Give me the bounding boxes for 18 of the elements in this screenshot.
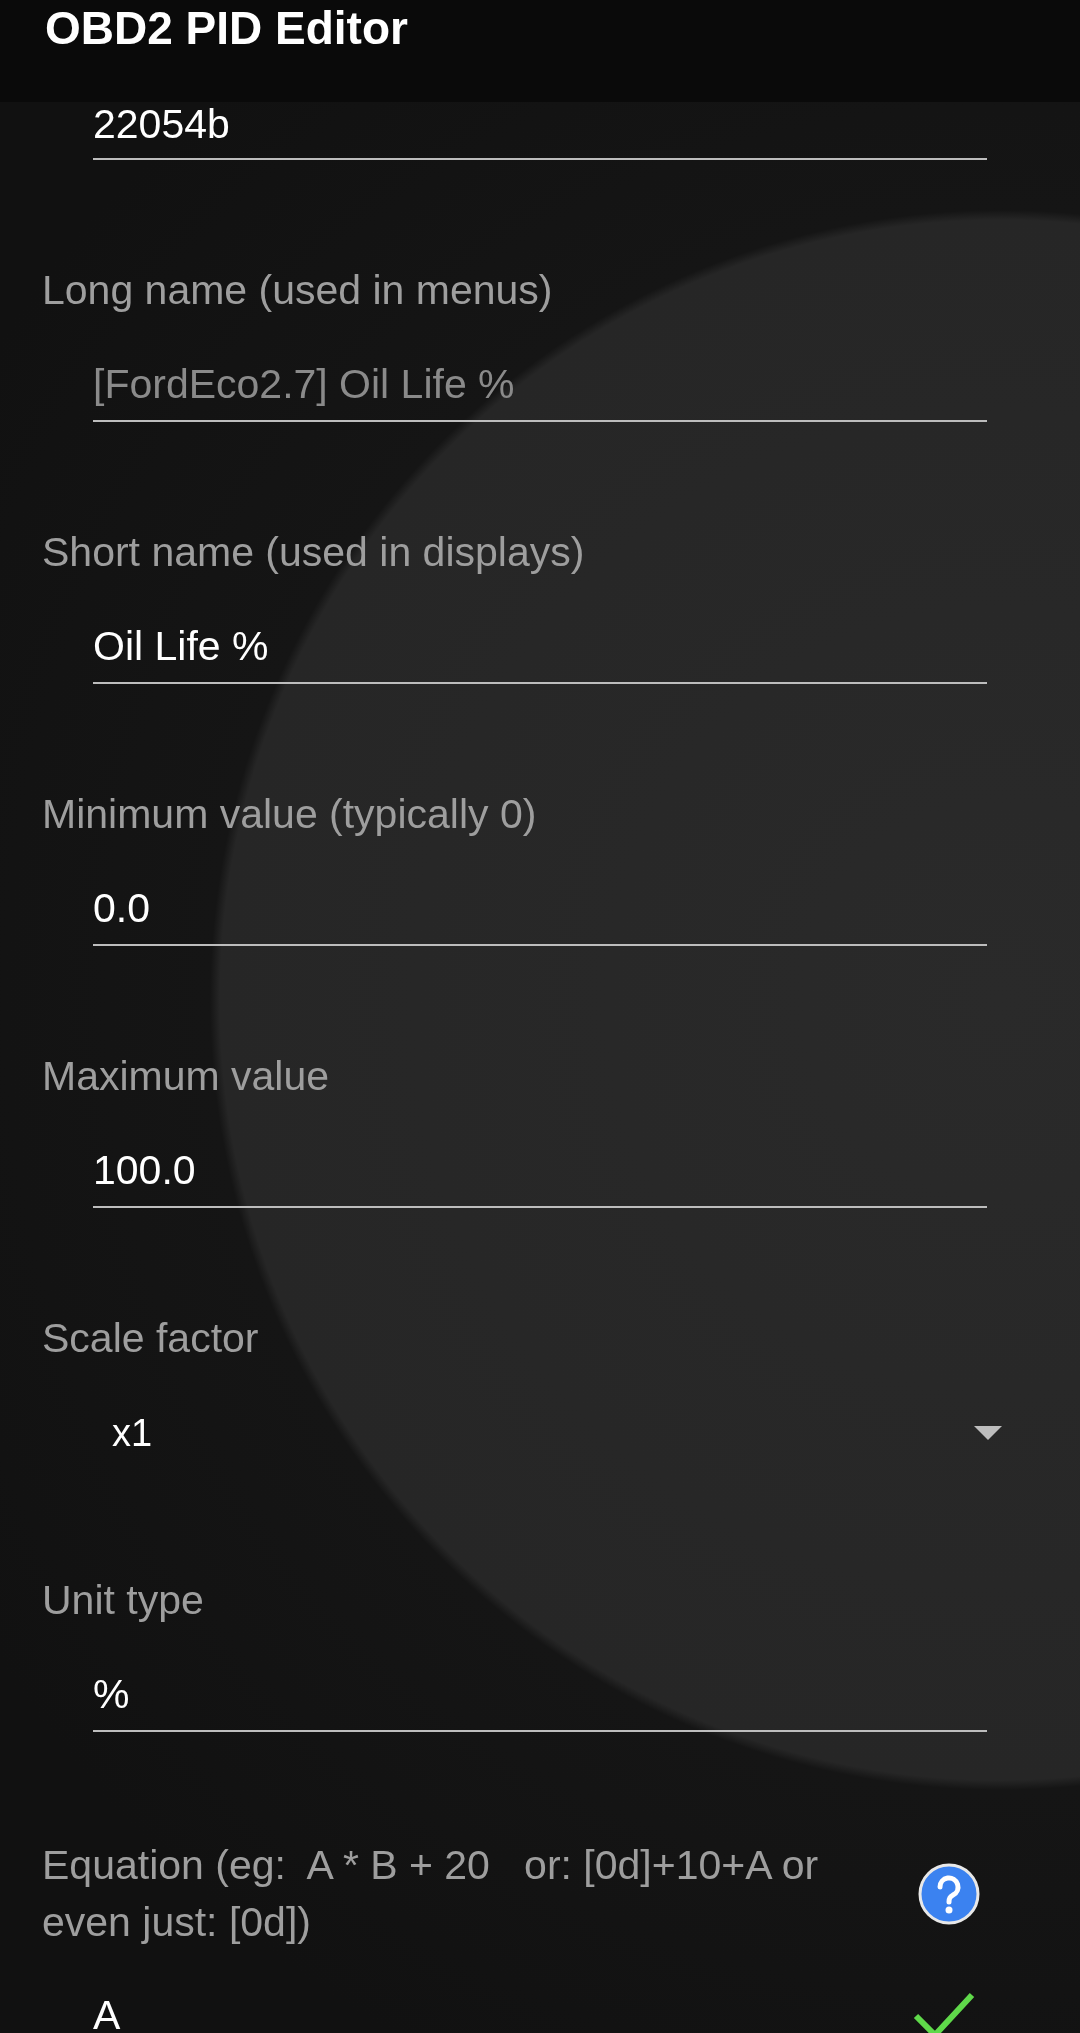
input-field[interactable]: 22054b	[93, 102, 987, 160]
field-label: Maximum value	[42, 1052, 331, 1101]
dropdown[interactable]: x1	[112, 1406, 1002, 1470]
caret-icon	[974, 1426, 1002, 1440]
field-label: Short name (used in displays)	[42, 528, 586, 577]
help-icon[interactable]	[918, 1863, 980, 1925]
input-field[interactable]: 0.0	[93, 882, 987, 946]
app-title: OBD2 PID Editor	[45, 1, 408, 56]
equation-value[interactable]: A	[93, 1989, 121, 2033]
field-label: Equation (eg: A * B + 20 or: [0d]+10+A or even just: [0d])	[42, 1841, 820, 1947]
field-label: Long name (used in menus)	[42, 266, 554, 315]
input-field[interactable]: Oil Life %	[93, 620, 987, 684]
field-label: Scale factor	[42, 1314, 260, 1363]
input-field[interactable]: 100.0	[93, 1144, 987, 1208]
input-field[interactable]: %	[93, 1668, 987, 1732]
field-label: Unit type	[42, 1576, 205, 1625]
input-field[interactable]: [FordEco2.7] Oil Life %	[93, 358, 987, 422]
field-label: Minimum value (typically 0)	[42, 790, 538, 839]
